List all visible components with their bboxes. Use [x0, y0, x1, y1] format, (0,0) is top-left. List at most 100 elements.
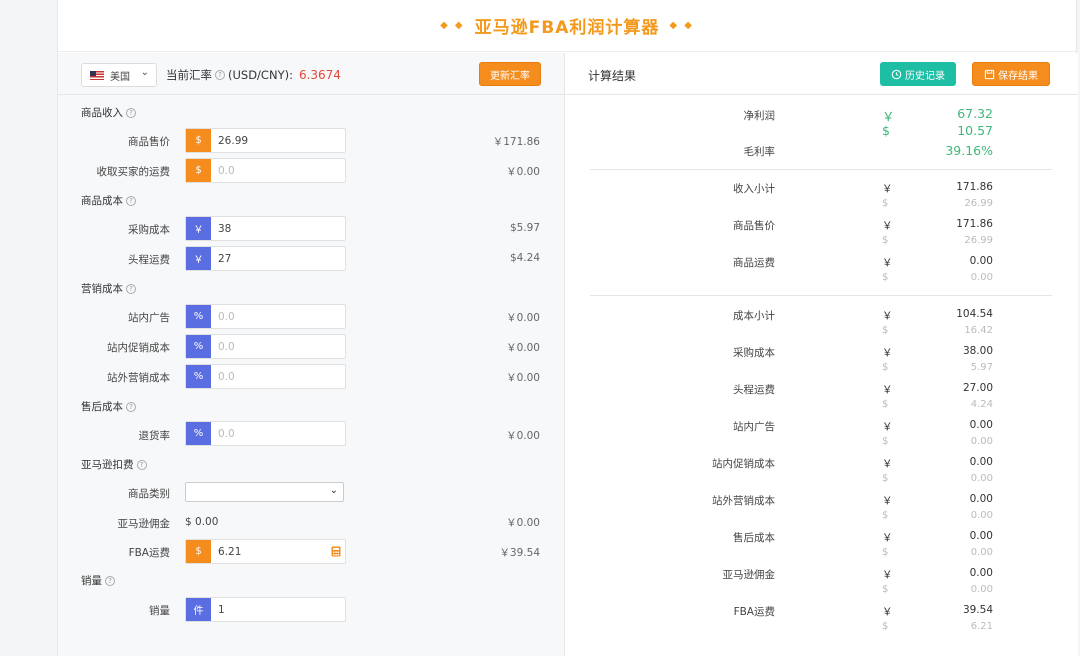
help-icon[interactable]: ?	[105, 575, 115, 586]
fba-label: FBA运费	[128, 547, 170, 559]
result-row-usd: 4.24	[970, 399, 993, 410]
dollar-prefix: $	[186, 159, 211, 182]
result-row-cny: 27.00	[962, 382, 993, 394]
save-button[interactable]: 保存结果	[972, 62, 1050, 86]
history-button[interactable]: 历史记录	[880, 62, 956, 86]
shipping-amount: ￥0.00	[506, 166, 540, 178]
shipping-label: 收取买家的运费	[96, 166, 171, 178]
shipping-field[interactable]: $0.0	[185, 158, 346, 183]
result-row-label: 头程运费	[733, 384, 775, 396]
result-toolbar: 计算结果 历史记录 保存结果	[565, 53, 1078, 95]
result-row-label: 成本小计	[733, 310, 775, 322]
percent-prefix: %	[186, 365, 211, 388]
cny-symbol: ￥	[882, 384, 893, 396]
commission-value: $ 0.00	[185, 516, 219, 528]
result-panel: 计算结果 历史记录 保存结果 净利润 ￥ 67.32 $ 10.57 毛利率 3…	[565, 53, 1078, 656]
usd-symbol: $	[882, 272, 889, 283]
return-input[interactable]: 0.0	[211, 422, 345, 445]
headway-field[interactable]: ￥ 27	[185, 246, 346, 271]
rate-toolbar: 美国 ⌄ 当前汇率 ? (USD/CNY): 6.3674 更新汇率	[58, 53, 564, 95]
deco-diamonds-left: ◆ ◆	[440, 20, 465, 31]
result-title: 计算结果	[588, 69, 637, 83]
section-income: 商品收入?	[81, 105, 139, 120]
section-aftersale: 售后成本?	[81, 399, 139, 414]
category-select[interactable]: ⌄	[185, 482, 344, 502]
result-row-label: 收入小计	[733, 183, 775, 195]
result-row-cny: 171.86	[956, 218, 993, 230]
result-row-cny: 171.86	[956, 181, 993, 193]
ads-field[interactable]: % 0.0	[185, 304, 346, 329]
result-row-usd: 16.42	[964, 325, 993, 336]
us-flag-icon	[90, 70, 104, 80]
cny-symbol: ￥	[882, 257, 893, 269]
dollar-prefix: $	[186, 129, 211, 152]
unit-prefix: 件	[186, 598, 211, 621]
result-row-label: 站内广告	[733, 421, 775, 433]
section-cost: 商品成本?	[81, 193, 139, 208]
result-row-usd: 0.00	[970, 436, 993, 447]
help-icon[interactable]: ?	[215, 70, 225, 80]
ads-input[interactable]: 0.0	[211, 305, 345, 328]
update-rate-button[interactable]: 更新汇率	[479, 62, 541, 86]
help-icon[interactable]: ?	[126, 195, 136, 206]
qty-field[interactable]: 件1	[185, 597, 346, 622]
section-title: 营销成本	[81, 283, 123, 295]
shipping-input[interactable]: 0.0	[211, 159, 345, 182]
commission-amount: ￥0.00	[506, 517, 540, 529]
divider	[590, 295, 1052, 296]
save-label: 保存结果	[998, 70, 1038, 82]
price-input[interactable]: 26.99	[211, 129, 345, 152]
cny-symbol: ￥	[882, 495, 893, 507]
result-row-cny: 0.00	[969, 530, 993, 542]
result-row-cny: 104.54	[956, 308, 993, 320]
result-row-cny: 0.00	[969, 255, 993, 267]
commission-label: 亚马逊佣金	[117, 518, 171, 530]
history-icon	[891, 69, 902, 79]
fba-input[interactable]: 6.21	[211, 540, 327, 563]
promo-amount: ￥0.00	[506, 342, 540, 354]
help-icon[interactable]: ?	[126, 283, 136, 294]
chevron-down-icon: ⌄	[140, 67, 149, 78]
return-field[interactable]: % 0.0	[185, 421, 346, 446]
external-input[interactable]: 0.0	[211, 365, 345, 388]
input-panel: 美国 ⌄ 当前汇率 ? (USD/CNY): 6.3674 更新汇率 商品收入?…	[58, 53, 565, 656]
promo-input[interactable]: 0.0	[211, 335, 345, 358]
net-profit-label: 净利润	[743, 110, 776, 122]
return-label: 退货率	[138, 430, 171, 442]
cny-symbol: ￥	[882, 220, 893, 232]
price-label: 商品售价	[128, 136, 170, 148]
help-icon[interactable]: ?	[136, 459, 147, 470]
chevron-down-icon: ⌄	[329, 485, 338, 496]
help-icon[interactable]: ?	[126, 401, 136, 412]
section-title: 商品成本	[81, 195, 123, 207]
rate-label: 当前汇率	[166, 68, 212, 82]
help-icon[interactable]: ?	[126, 107, 136, 118]
deco-diamonds-right: ◆ ◆	[669, 20, 694, 31]
section-marketing: 营销成本?	[81, 281, 139, 296]
return-amount: ￥0.00	[506, 430, 540, 442]
result-row-usd: 5.97	[970, 362, 993, 373]
purchase-input[interactable]: 38	[211, 217, 345, 240]
purchase-field[interactable]: ￥ 38	[185, 216, 346, 241]
country-select[interactable]: 美国 ⌄	[81, 63, 157, 87]
section-title: 销量	[81, 575, 102, 587]
fba-field[interactable]: $6.21	[185, 539, 346, 564]
exchange-rate: 当前汇率 ? (USD/CNY): 6.3674	[166, 67, 341, 83]
qty-input[interactable]: 1	[211, 598, 345, 621]
promo-field[interactable]: % 0.0	[185, 334, 346, 359]
external-field[interactable]: % 0.0	[185, 364, 346, 389]
margin-value: 39.16%	[945, 143, 993, 158]
rate-unit: (USD/CNY):	[228, 68, 293, 82]
calculator-icon[interactable]	[327, 540, 345, 563]
calculator-app: ◆ ◆ 亚马逊FBA利润计算器 ◆ ◆ 美国 ⌄ 当前汇率 ? (USD/CNY…	[57, 0, 1078, 656]
result-row-cny: 38.00	[962, 345, 993, 357]
category-label: 商品类别	[128, 488, 170, 500]
usd-symbol: $	[882, 399, 889, 410]
result-row-usd: 0.00	[970, 473, 993, 484]
purchase-label: 采购成本	[128, 224, 170, 236]
usd-symbol: $	[882, 325, 889, 336]
section-title: 亚马逊扣费	[81, 459, 134, 471]
headway-input[interactable]: 27	[211, 247, 345, 270]
price-field[interactable]: $26.99	[185, 128, 346, 153]
usd-symbol: $	[882, 621, 889, 632]
